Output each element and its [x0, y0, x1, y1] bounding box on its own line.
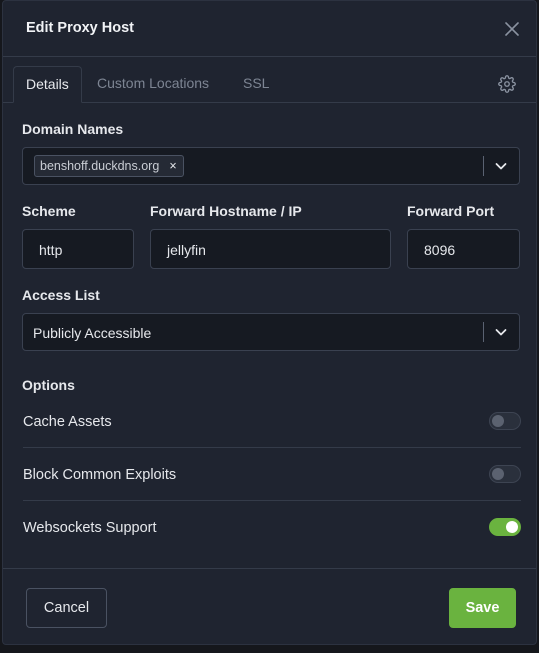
save-button[interactable]: Save — [449, 588, 516, 628]
tab-custom-locations[interactable]: Custom Locations — [85, 66, 221, 103]
modal-title: Edit Proxy Host — [26, 20, 134, 36]
modal-footer: Cancel Save — [3, 568, 536, 644]
option-row-cache-assets: Cache Assets — [23, 395, 521, 448]
forward-hostname-value: jellyfin — [167, 242, 206, 258]
forward-port-input[interactable]: 8096 — [407, 229, 520, 269]
option-row-block-common-exploits: Block Common Exploits — [23, 448, 521, 501]
domain-chip-label: benshoff.duckdns.org — [40, 159, 160, 173]
forward-hostname-input[interactable]: jellyfin — [150, 229, 391, 269]
cancel-button[interactable]: Cancel — [26, 588, 107, 628]
gear-icon[interactable] — [498, 75, 516, 93]
forward-port-label: Forward Port — [407, 203, 495, 219]
tab-bar: Details Custom Locations SSL — [3, 57, 536, 103]
option-label: Cache Assets — [23, 414, 112, 430]
cache-assets-toggle[interactable] — [489, 412, 521, 430]
domain-names-label: Domain Names — [22, 121, 124, 137]
domain-names-input[interactable]: benshoff.duckdns.org × — [22, 147, 520, 185]
access-list-label: Access List — [22, 287, 100, 303]
options-heading: Options — [22, 377, 75, 393]
scheme-label: Scheme — [22, 203, 76, 219]
access-list-value: Publicly Accessible — [33, 325, 152, 341]
access-list-select[interactable]: Publicly Accessible — [22, 313, 520, 351]
option-label: Websockets Support — [23, 520, 157, 536]
block-common-exploits-toggle[interactable] — [489, 465, 521, 483]
toggle-knob — [506, 521, 518, 533]
chevron-down-icon[interactable] — [493, 324, 509, 340]
domain-chip: benshoff.duckdns.org × — [34, 155, 184, 177]
tab-details[interactable]: Details — [13, 66, 82, 103]
scheme-input[interactable]: http — [22, 229, 134, 269]
tab-ssl[interactable]: SSL — [231, 66, 281, 103]
toggle-knob — [492, 415, 504, 427]
forward-hostname-label: Forward Hostname / IP — [150, 203, 302, 219]
option-label: Block Common Exploits — [23, 467, 177, 483]
chevron-down-icon[interactable] — [493, 158, 509, 174]
x-icon[interactable]: × — [169, 159, 176, 173]
toggle-knob — [492, 468, 504, 480]
select-divider — [483, 156, 484, 176]
close-icon[interactable] — [502, 19, 522, 39]
websockets-support-toggle[interactable] — [489, 518, 521, 536]
option-row-websockets-support: Websockets Support — [23, 501, 521, 554]
edit-proxy-host-modal: Edit Proxy Host Details Custom Locations… — [2, 0, 537, 645]
modal-header: Edit Proxy Host — [3, 1, 536, 57]
scheme-value: http — [39, 242, 63, 258]
forward-port-value: 8096 — [424, 242, 456, 258]
select-divider — [483, 322, 484, 342]
